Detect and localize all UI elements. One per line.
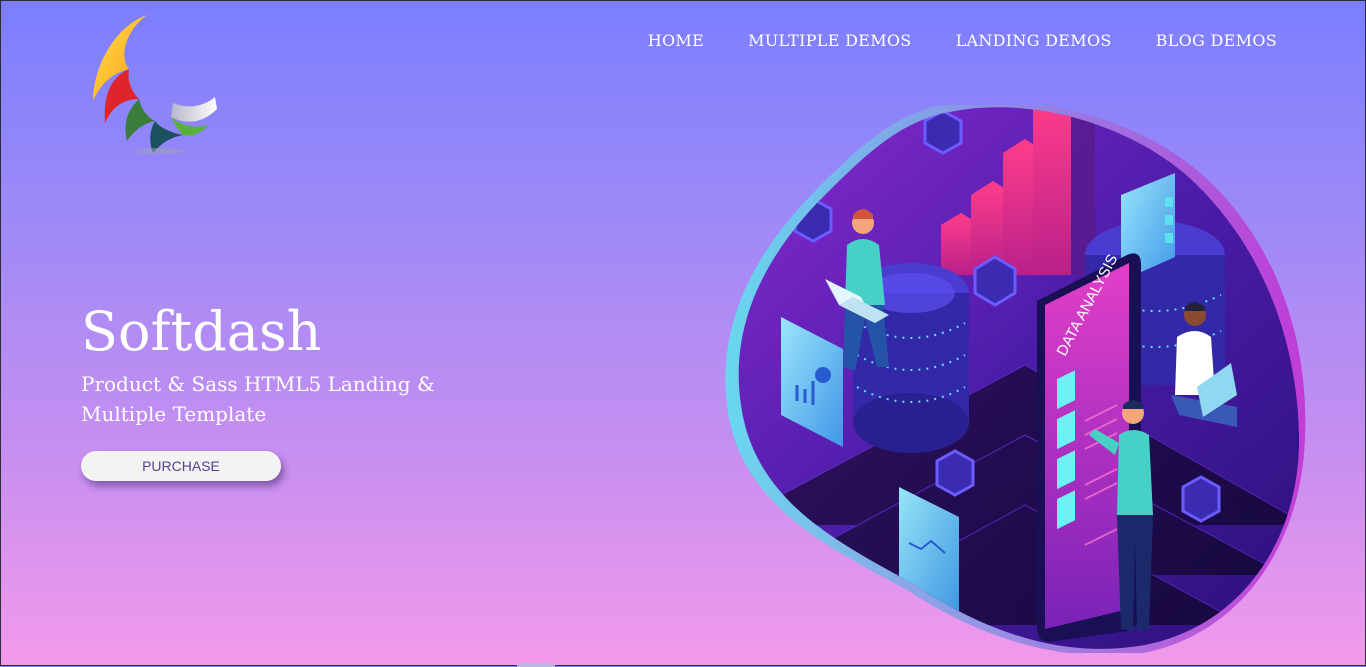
bottom-indicator — [517, 663, 555, 667]
purchase-button[interactable]: PURCHASE — [81, 451, 281, 481]
hero-subtitle: Product & Sass HTML5 Landing & Multiple … — [81, 372, 435, 426]
nav-home[interactable]: HOME — [648, 31, 704, 50]
nav-landing-demos[interactable]: LANDING DEMOS — [956, 31, 1112, 50]
hero-section: Softdash Product & Sass HTML5 Landing & … — [81, 299, 501, 429]
main-nav: HOME MULTIPLE DEMOS LANDING DEMOS BLOG D… — [648, 31, 1277, 50]
logo-icon[interactable] — [89, 13, 221, 158]
hero-title: Softdash — [81, 300, 322, 363]
nav-blog-demos[interactable]: BLOG DEMOS — [1156, 31, 1277, 50]
data-analysis-illustration: DATA ANALYSIS — [725, 105, 1306, 653]
nav-multiple-demos[interactable]: MULTIPLE DEMOS — [748, 31, 912, 50]
